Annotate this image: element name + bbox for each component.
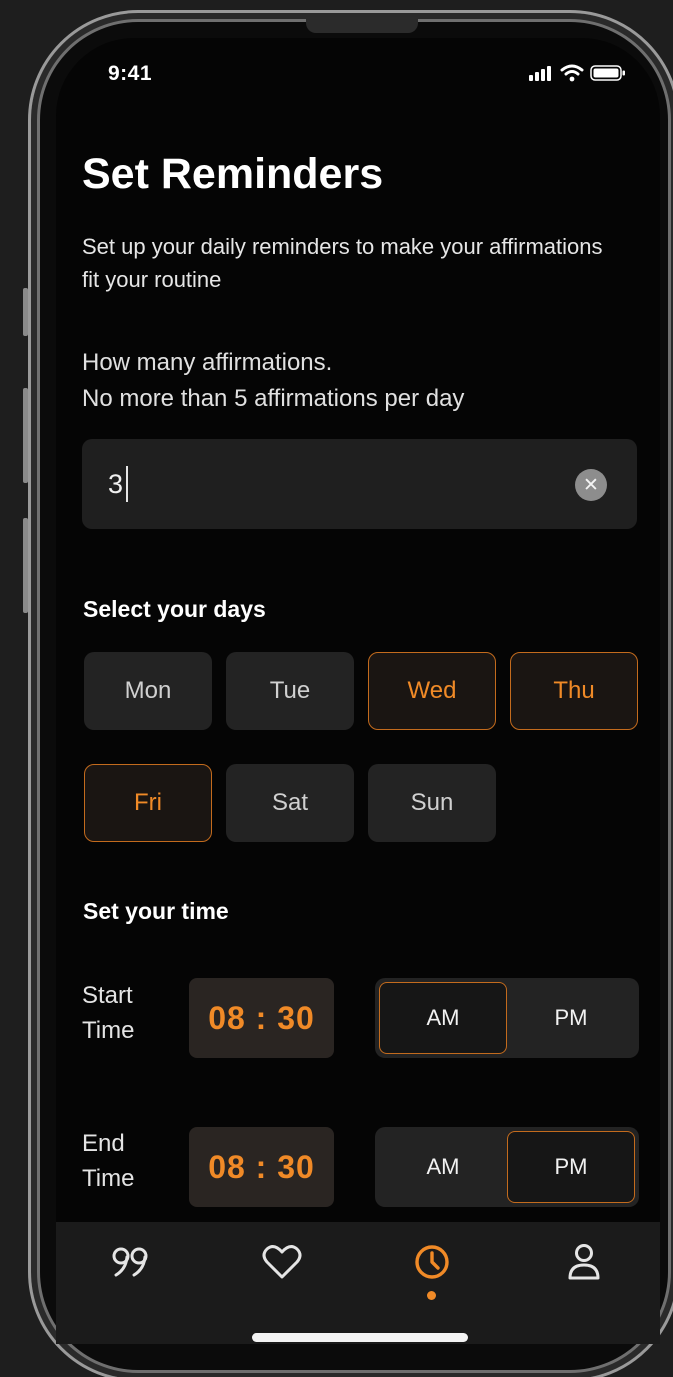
page-title: Set Reminders bbox=[82, 150, 384, 198]
tab-quotes[interactable] bbox=[109, 1240, 153, 1284]
side-button-volume-down bbox=[23, 518, 28, 613]
start-label-line-2: Time bbox=[82, 1017, 135, 1044]
prompt-line-2: No more than 5 affirmations per day bbox=[82, 385, 465, 412]
tab-reminders[interactable] bbox=[410, 1240, 454, 1284]
heart-icon bbox=[262, 1245, 302, 1279]
wifi-icon bbox=[560, 64, 584, 82]
day-wed-button[interactable]: Wed bbox=[368, 652, 496, 730]
end-pm-option[interactable]: PM bbox=[507, 1131, 635, 1203]
clear-input-button[interactable]: ✕ bbox=[575, 469, 607, 501]
battery-icon bbox=[590, 65, 625, 81]
end-label-line-1: End bbox=[82, 1130, 125, 1157]
close-icon: ✕ bbox=[583, 474, 599, 496]
start-am-option[interactable]: AM bbox=[379, 982, 507, 1054]
days-section-label: Select your days bbox=[83, 596, 266, 622]
text-caret bbox=[126, 466, 128, 502]
day-sun-button[interactable]: Sun bbox=[368, 764, 496, 842]
end-label-line-2: Time bbox=[82, 1165, 135, 1192]
day-fri-button[interactable]: Fri bbox=[84, 764, 212, 842]
day-sat-button[interactable]: Sat bbox=[226, 764, 354, 842]
home-indicator[interactable] bbox=[252, 1333, 468, 1342]
side-button-volume-up bbox=[23, 388, 28, 483]
start-pm-option[interactable]: PM bbox=[507, 982, 635, 1054]
end-am-option[interactable]: AM bbox=[379, 1131, 507, 1203]
time-section-label: Set your time bbox=[83, 898, 229, 924]
end-period-toggle: AM PM bbox=[375, 1127, 639, 1207]
signal-icon bbox=[529, 66, 551, 81]
status-time: 9:41 bbox=[108, 62, 153, 85]
day-tue-button[interactable]: Tue bbox=[226, 652, 354, 730]
start-period-toggle: AM PM bbox=[375, 978, 639, 1058]
day-thu-button[interactable]: Thu bbox=[510, 652, 638, 730]
day-mon-button[interactable]: Mon bbox=[84, 652, 212, 730]
profile-icon bbox=[568, 1244, 600, 1280]
end-time-label: End Time bbox=[82, 1126, 134, 1196]
clock-icon bbox=[415, 1245, 449, 1279]
affirmation-count-input[interactable] bbox=[82, 439, 637, 529]
side-button-mute bbox=[23, 288, 28, 336]
tab-profile[interactable] bbox=[562, 1240, 606, 1284]
start-time-value[interactable]: 08 : 30 bbox=[189, 978, 334, 1058]
page-subtitle: Set up your daily reminders to make your… bbox=[82, 234, 603, 292]
affirmation-count-prompt: How many affirmations. No more than 5 af… bbox=[82, 345, 622, 417]
status-icons bbox=[528, 64, 626, 82]
prompt-line-1: How many affirmations. bbox=[82, 349, 333, 376]
tab-favorites[interactable] bbox=[260, 1240, 304, 1284]
end-time-value[interactable]: 08 : 30 bbox=[189, 1127, 334, 1207]
screenshot-stage: 9:41 Set Reminders Set up your daily rem… bbox=[0, 0, 673, 1377]
active-tab-indicator bbox=[427, 1291, 436, 1300]
speaker-notch bbox=[306, 17, 418, 33]
start-label-line-1: Start bbox=[82, 982, 133, 1009]
start-time-label: Start Time bbox=[82, 978, 134, 1048]
quote-icon bbox=[112, 1247, 148, 1277]
